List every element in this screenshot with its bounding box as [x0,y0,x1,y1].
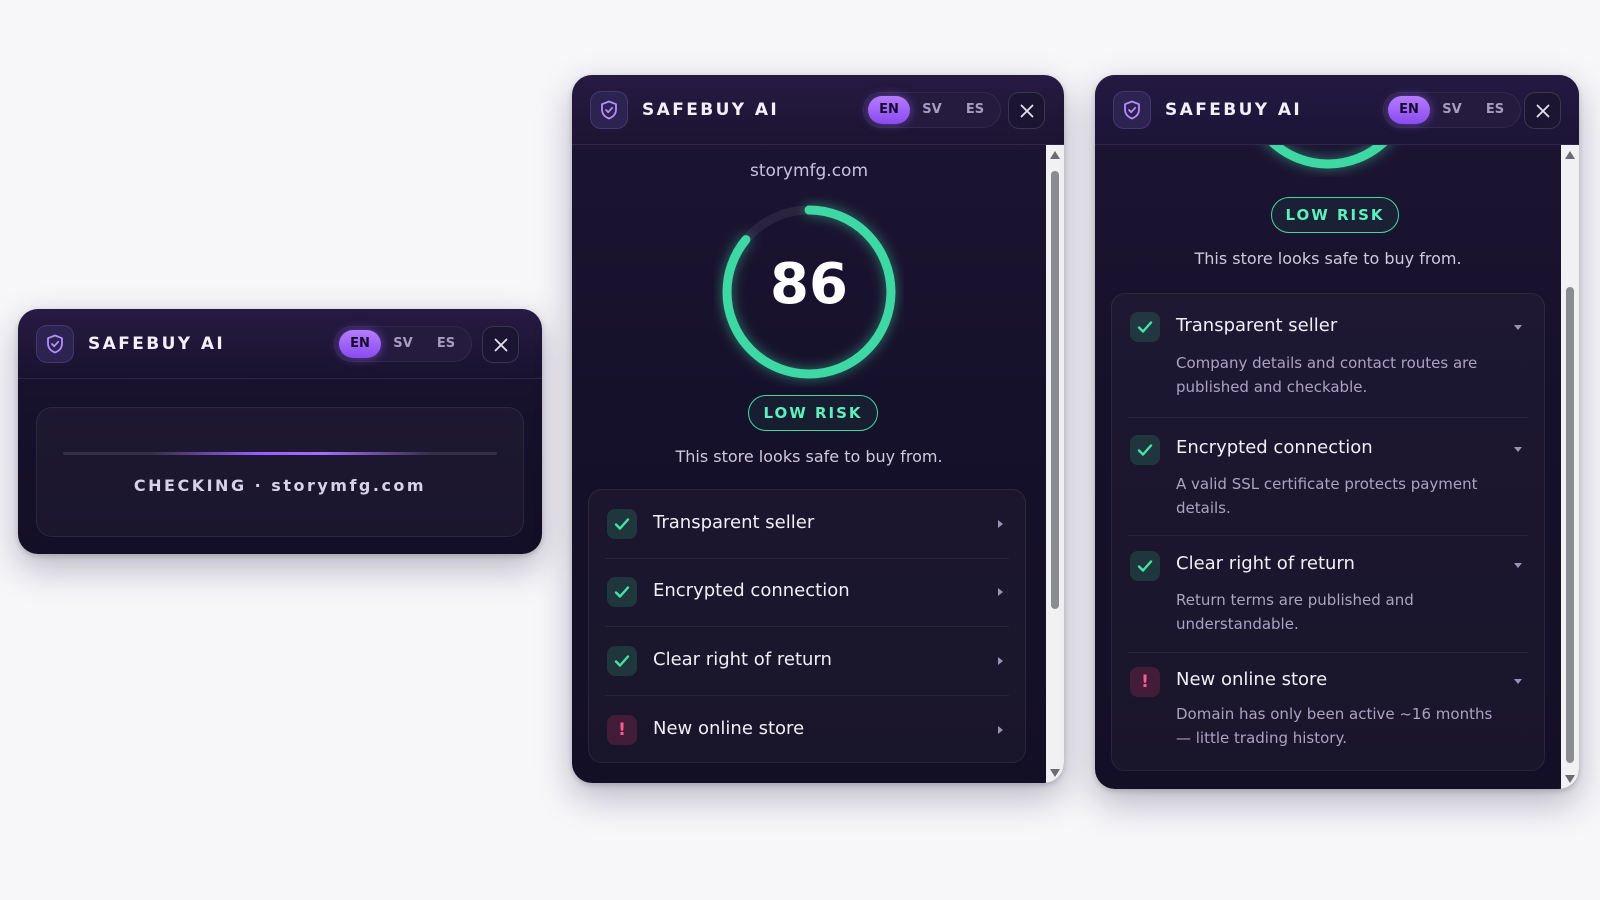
score-arc [1241,145,1415,169]
panel-header: SAFEBUY AI EN SV ES [1095,75,1579,145]
check-icon [1130,312,1160,342]
check-row-new-online-store[interactable]: ! New online store [589,695,1025,764]
check-icon [607,646,637,676]
chevron-right-icon [998,520,1003,528]
scroll-down-arrow[interactable] [1050,769,1060,777]
brand-name: SAFEBUY AI [642,100,780,120]
lang-sv-button[interactable]: SV [1431,96,1473,124]
close-button[interactable] [1008,92,1045,129]
check-title: Clear right of return [653,649,832,670]
chevron-down-icon [1514,447,1522,452]
result-panel: SAFEBUY AI EN SV ES storymfg.com 86 LOW … [572,75,1064,783]
lang-es-button[interactable]: ES [954,96,996,124]
check-row-transparent-seller[interactable]: Transparent seller Company details and c… [1112,294,1544,417]
chevron-down-icon [1514,563,1522,568]
scroll-down-arrow[interactable] [1565,775,1575,783]
check-title: Encrypted connection [1176,437,1373,458]
brand-name: SAFEBUY AI [88,334,226,354]
close-icon [494,338,507,351]
chevron-down-icon [1514,679,1522,684]
lang-sv-button[interactable]: SV [382,330,424,358]
score-value: 86 [770,252,848,317]
check-row-transparent-seller[interactable]: Transparent seller [589,490,1025,558]
check-title: New online store [1176,669,1328,690]
check-title: Clear right of return [1176,553,1355,574]
check-title: New online store [653,718,805,739]
site-domain: storymfg.com [749,161,869,181]
check-icon [1130,551,1160,581]
chevron-right-icon [998,726,1003,734]
risk-badge: LOW RISK [1271,197,1399,233]
close-icon [1536,104,1549,117]
language-switcher: EN SV ES [863,92,1001,128]
shield-icon [1113,91,1151,129]
check-row-clear-right-of-return[interactable]: Clear right of return [589,626,1025,695]
check-title: Encrypted connection [653,580,850,601]
checks-list: Transparent seller Company details and c… [1111,293,1545,771]
lang-en-button[interactable]: EN [339,330,381,358]
scrollbar-thumb[interactable] [1051,171,1059,609]
check-description: Company details and contact routes are p… [1176,354,1478,396]
lang-es-button[interactable]: ES [1474,96,1516,124]
check-description: A valid SSL certificate protects payment… [1176,475,1478,517]
lang-en-button[interactable]: EN [868,96,910,124]
check-row-clear-right-of-return[interactable]: Clear right of return Return terms are p… [1112,535,1544,652]
chevron-right-icon [998,588,1003,596]
progress-glow [63,452,497,455]
loading-panel: SAFEBUY AI EN SV ES CHECKING · storymfg.… [18,309,542,554]
brand-name: SAFEBUY AI [1165,100,1303,120]
panel-header: SAFEBUY AI EN SV ES [572,75,1064,145]
risk-summary: This store looks safe to buy from. [1194,249,1462,268]
scrollbar[interactable] [1046,145,1064,783]
shield-icon [36,325,74,363]
language-switcher: EN SV ES [1383,92,1521,128]
scrollbar[interactable] [1561,145,1579,789]
scroll-up-arrow[interactable] [1565,151,1575,159]
checking-card: CHECKING · storymfg.com [36,407,524,537]
risk-badge: LOW RISK [748,395,878,431]
checks-list: Transparent seller Encrypted connection … [588,489,1026,763]
language-switcher: EN SV ES [334,326,472,362]
check-row-new-online-store[interactable]: ! New online store Domain has only been … [1112,652,1544,772]
check-row-encrypted-connection[interactable]: Encrypted connection A valid SSL certifi… [1112,417,1544,535]
lang-es-button[interactable]: ES [425,330,467,358]
check-description: Domain has only been active ~16 months —… [1176,705,1493,747]
score-gauge [1241,145,1415,169]
progress-track [63,452,497,455]
gauge-clip [1095,145,1561,185]
close-icon [1020,104,1033,117]
close-button[interactable] [1524,92,1561,129]
risk-summary: This store looks safe to buy from. [675,447,943,466]
check-description: Return terms are published and understan… [1176,591,1414,633]
close-button[interactable] [482,326,519,363]
chevron-right-icon [998,657,1003,665]
panel-header: SAFEBUY AI EN SV ES [18,309,542,379]
check-row-encrypted-connection[interactable]: Encrypted connection [589,558,1025,626]
scrollbar-thumb[interactable] [1566,287,1574,763]
exclamation-icon: ! [1130,667,1160,697]
check-icon [1130,435,1160,465]
lang-en-button[interactable]: EN [1388,96,1430,124]
checking-status: CHECKING · storymfg.com [133,476,427,495]
check-title: Transparent seller [1176,315,1338,336]
scroll-up-arrow[interactable] [1050,151,1060,159]
check-icon [607,577,637,607]
check-title: Transparent seller [653,512,815,533]
check-icon [607,509,637,539]
exclamation-icon: ! [607,715,637,745]
shield-icon [590,91,628,129]
lang-sv-button[interactable]: SV [911,96,953,124]
result-panel-expanded: SAFEBUY AI EN SV ES LOW RISK This store … [1095,75,1579,789]
chevron-down-icon [1514,325,1522,330]
